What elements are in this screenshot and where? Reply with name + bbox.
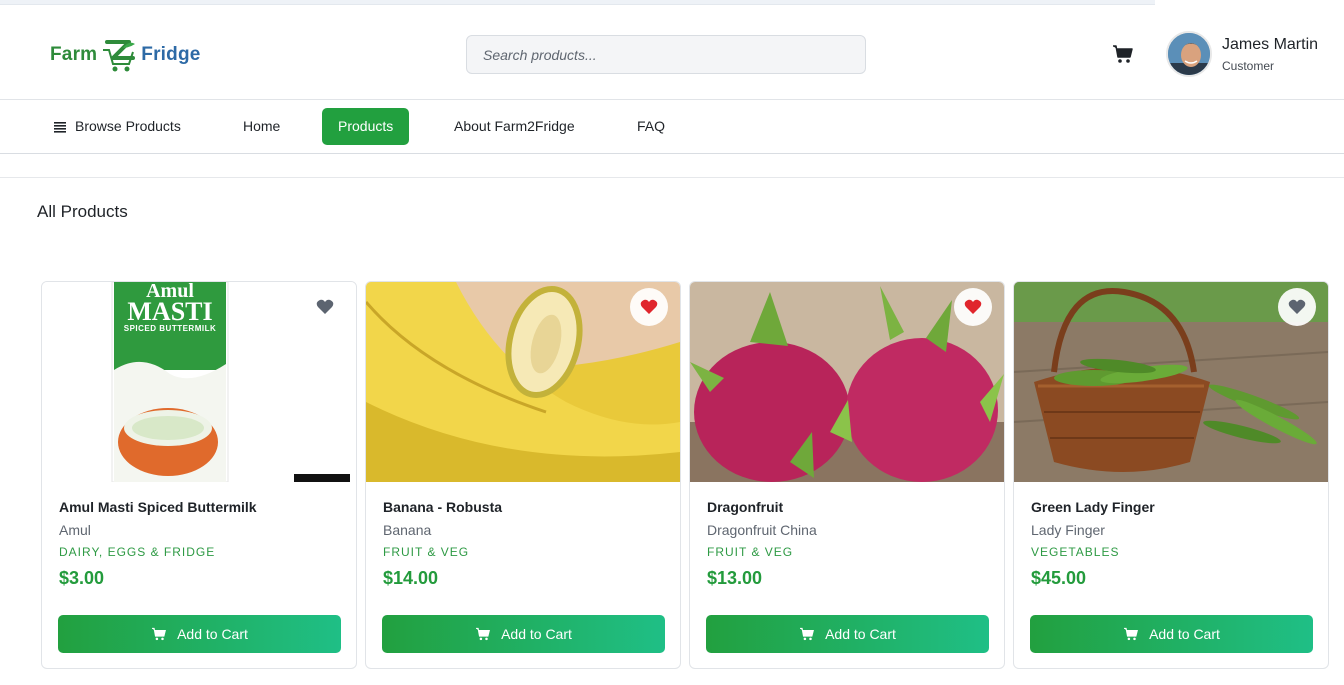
avatar[interactable] <box>1166 31 1212 77</box>
search-input[interactable] <box>466 35 866 74</box>
add-to-cart-button[interactable]: Add to Cart <box>382 615 665 653</box>
logo-cart-icon <box>103 40 136 72</box>
cart-icon <box>800 627 815 641</box>
package-line-3: SPICED BUTTERMILK <box>123 324 217 333</box>
main-nav: Browse Products Home Products About Farm… <box>0 100 1344 154</box>
product-image[interactable] <box>690 282 1004 482</box>
product-name[interactable]: Dragonfruit <box>707 499 783 515</box>
user-name[interactable]: James Martin <box>1222 36 1318 54</box>
add-to-cart-button[interactable]: Add to Cart <box>1030 615 1313 653</box>
nav-products[interactable]: Products <box>322 108 410 145</box>
package-line-2: MASTI <box>127 297 213 326</box>
logo[interactable]: Farm Fridge <box>50 32 201 78</box>
page-title: All Products <box>37 202 128 221</box>
heart-icon <box>964 299 982 314</box>
browse-products-label: Browse Products <box>75 118 181 134</box>
product-name[interactable]: Amul Masti Spiced Buttermilk <box>59 499 257 515</box>
add-to-cart-label: Add to Cart <box>501 626 572 642</box>
add-to-cart-label: Add to Cart <box>825 626 896 642</box>
cart-icon <box>476 627 491 641</box>
cart-icon <box>152 627 167 641</box>
logo-word-fridge: Fridge <box>141 44 201 65</box>
product-price: $14.00 <box>383 568 439 588</box>
add-to-cart-button[interactable]: Add to Cart <box>706 615 989 653</box>
add-to-cart-label: Add to Cart <box>177 626 248 642</box>
product-name[interactable]: Banana - Robusta <box>383 499 502 515</box>
product-card[interactable]: Amul MASTI SPICED BUTTERMILK Amul Masti … <box>41 281 357 669</box>
user-role: Customer <box>1222 59 1275 73</box>
product-name[interactable]: Green Lady Finger <box>1031 499 1155 515</box>
product-image[interactable] <box>1014 282 1328 482</box>
package-text: Amul MASTI SPICED BUTTERMILK <box>114 282 226 334</box>
product-brand: Lady Finger <box>1031 522 1105 538</box>
product-card[interactable]: Banana - Robusta Banana FRUIT & VEG $14.… <box>365 281 681 669</box>
add-to-cart-button[interactable]: Add to Cart <box>58 615 341 653</box>
product-card[interactable]: Green Lady Finger Lady Finger VEGETABLES… <box>1013 281 1329 669</box>
product-brand: Dragonfruit China <box>707 522 817 538</box>
product-brand: Amul <box>59 522 91 538</box>
product-price: $45.00 <box>1031 568 1087 588</box>
top-strip <box>0 0 1344 8</box>
product-category: FRUIT & VEG <box>383 545 470 559</box>
product-category: VEGETABLES <box>1031 545 1120 559</box>
logo-word-farm: Farm <box>50 44 98 65</box>
nav-faq[interactable]: FAQ <box>621 108 681 145</box>
favorite-button[interactable] <box>1278 288 1316 326</box>
heart-icon <box>640 299 658 314</box>
product-price: $3.00 <box>59 568 105 588</box>
heart-icon <box>316 299 334 314</box>
product-image[interactable]: Amul MASTI SPICED BUTTERMILK <box>42 282 356 482</box>
browse-products-button[interactable]: Browse Products <box>37 108 197 145</box>
product-category: FRUIT & VEG <box>707 545 794 559</box>
product-category: DAIRY, EGGS & FRIDGE <box>59 545 216 559</box>
favorite-button[interactable] <box>954 288 992 326</box>
favorite-button[interactable] <box>306 288 344 326</box>
header: Farm Fridge James Martin Customer <box>0 8 1344 100</box>
cart-icon <box>1124 627 1139 641</box>
product-card[interactable]: Dragonfruit Dragonfruit China FRUIT & VE… <box>689 281 1005 669</box>
cart-icon[interactable] <box>1112 44 1134 64</box>
add-to-cart-label: Add to Cart <box>1149 626 1220 642</box>
product-brand: Banana <box>383 522 432 538</box>
divider <box>0 177 1344 178</box>
avatar-photo <box>1168 33 1210 75</box>
nav-home[interactable]: Home <box>227 108 296 145</box>
heart-icon <box>1288 299 1306 314</box>
browser-strip <box>0 0 1155 5</box>
nav-about[interactable]: About Farm2Fridge <box>438 108 591 145</box>
product-image[interactable] <box>366 282 680 482</box>
menu-icon <box>54 121 66 133</box>
favorite-button[interactable] <box>630 288 668 326</box>
product-price: $13.00 <box>707 568 763 588</box>
